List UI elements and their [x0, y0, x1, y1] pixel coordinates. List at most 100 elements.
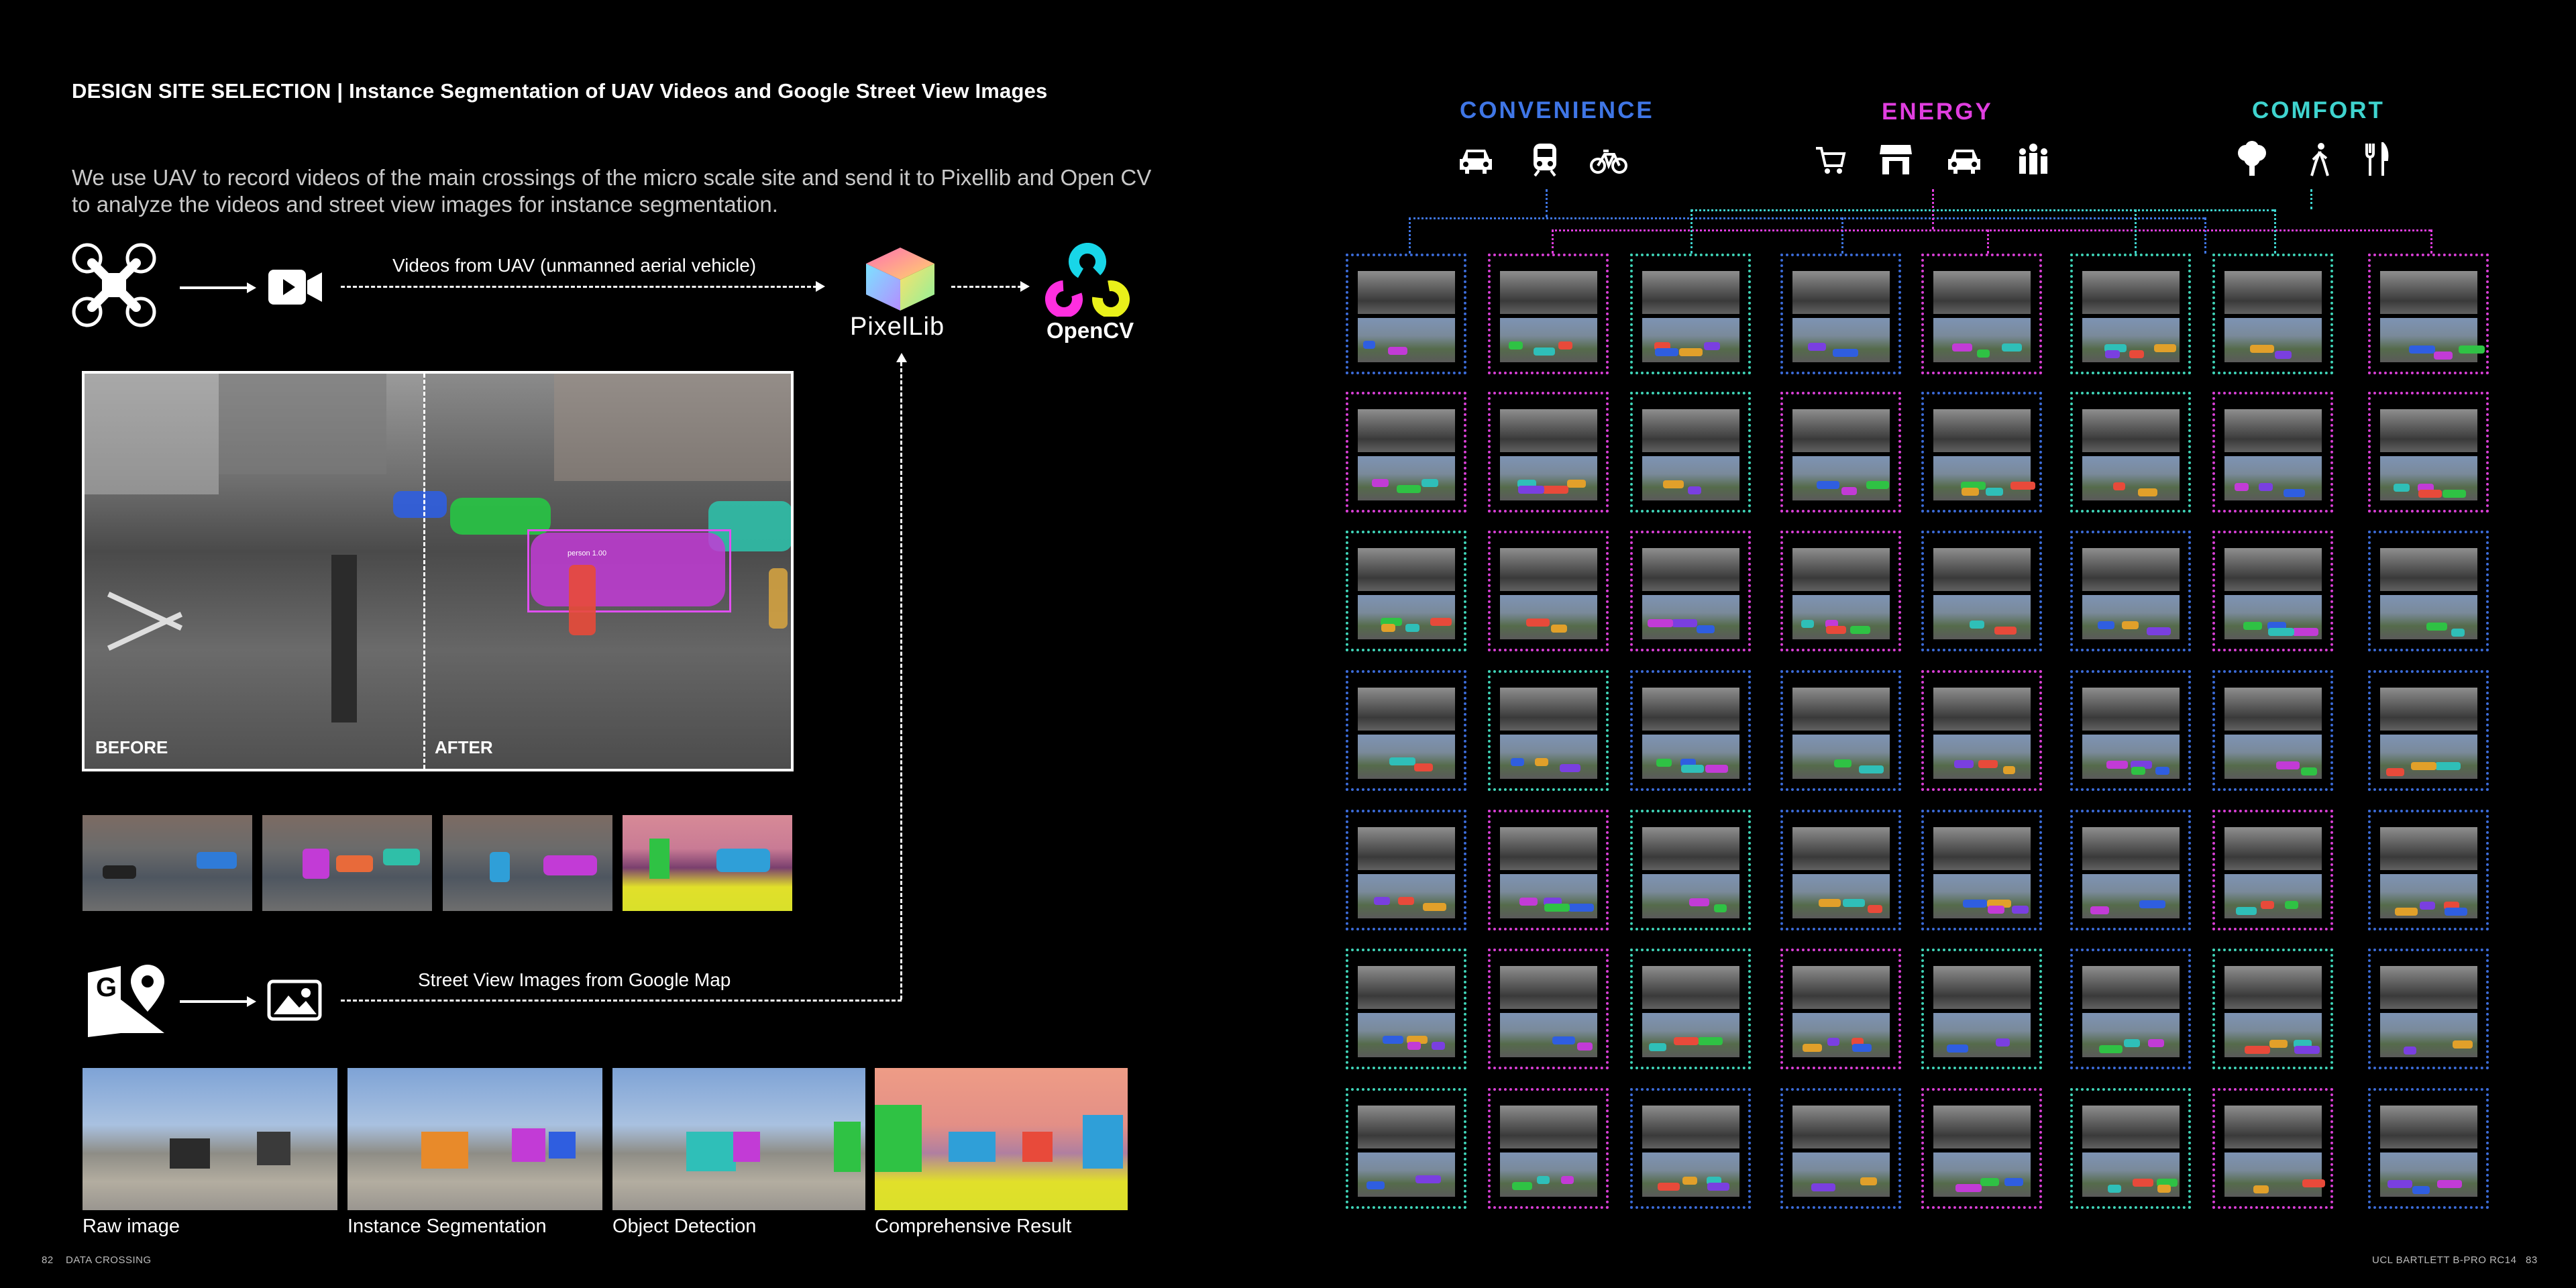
- segmentation-mask: [1811, 1183, 1835, 1191]
- grid-cell: [1780, 1088, 1901, 1209]
- segmentation-mask: [1509, 341, 1523, 350]
- segmented-frame: [1500, 318, 1597, 362]
- grid-cell: [1630, 392, 1751, 513]
- segmentation-mask: [2395, 908, 2418, 916]
- grid-cell-image: [2224, 409, 2322, 500]
- segmentation-mask: [1526, 619, 1550, 627]
- connector-line: [1841, 217, 1843, 254]
- segmentation-mask: [1512, 1182, 1532, 1190]
- raw-frame: [1933, 1106, 2031, 1148]
- segmented-frame: [1500, 1013, 1597, 1057]
- segmentation-mask: [2235, 483, 2249, 491]
- segmentation-mask: [1544, 904, 1570, 912]
- segmented-frame: [2082, 318, 2180, 362]
- connector-line: [2135, 209, 2137, 254]
- grid-cell-image: [1642, 1106, 1739, 1197]
- raw-frame: [1358, 271, 1455, 314]
- grid-cell-image: [2082, 1106, 2180, 1197]
- grid-cell: [1921, 670, 2042, 791]
- opencv-label: OpenCV: [1046, 318, 1134, 343]
- segmented-frame: [2380, 456, 2477, 500]
- bicycle-icon: [1590, 148, 1627, 174]
- grid-cell: [1921, 531, 2042, 651]
- grid-cell: [1488, 531, 1609, 651]
- grid-cell: [2368, 949, 2489, 1069]
- video-camera-icon: [267, 267, 324, 307]
- grid-cell-image: [1642, 688, 1739, 779]
- result-object-detection: [612, 1068, 865, 1210]
- segmented-frame: [2082, 735, 2180, 779]
- grid-cell-image: [2380, 966, 2477, 1057]
- segmentation-mask: [1833, 349, 1858, 357]
- segmentation-mask: [2250, 345, 2274, 353]
- grid-cell-image: [1792, 271, 1890, 362]
- segmentation-mask: [2418, 490, 2442, 498]
- opencv-logo: [1045, 243, 1130, 318]
- segmented-frame: [1500, 595, 1597, 639]
- segmentation-mask: [1689, 898, 1709, 906]
- segmentation-mask: [2420, 902, 2435, 910]
- grid-cell-image: [1792, 1106, 1890, 1197]
- segmentation-mask: [2292, 628, 2318, 636]
- grid-cell-image: [1358, 966, 1455, 1057]
- segmentation-mask: [1372, 479, 1389, 487]
- raw-frame: [1358, 1106, 1455, 1148]
- segmentation-mask: [1656, 759, 1672, 767]
- grid-cell-image: [2224, 827, 2322, 918]
- segmentation-mask: [2108, 1185, 2121, 1193]
- pixellib-logo: [862, 245, 939, 312]
- segmented-frame: [2224, 1013, 2322, 1057]
- raw-frame: [1933, 688, 2031, 731]
- segmentation-mask: [2131, 767, 2145, 775]
- grid-cell-image: [1933, 827, 2031, 918]
- segmented-frame: [2380, 595, 2477, 639]
- raw-frame: [1500, 966, 1597, 1009]
- raw-frame: [2082, 1106, 2180, 1148]
- grid-cell: [2212, 810, 2333, 930]
- segmentation-mask: [1977, 350, 1990, 358]
- raw-frame: [1642, 966, 1739, 1009]
- segmented-frame: [1358, 735, 1455, 779]
- gsv-flow-label: Street View Images from Google Map: [418, 969, 731, 990]
- raw-frame: [2082, 688, 2180, 731]
- segmentation-mask: [2122, 621, 2139, 629]
- grid-cell-image: [1933, 271, 2031, 362]
- segmentation-mask: [1423, 903, 1446, 911]
- car-icon: [1945, 144, 1983, 175]
- grid-cell: [1630, 670, 1751, 791]
- video-frame-thumb: [83, 815, 252, 911]
- segmentation-mask: [1697, 625, 1715, 633]
- segmentation-mask: [2285, 901, 2298, 909]
- grid-cell-image: [2224, 1106, 2325, 1197]
- segmentation-mask: [2437, 1180, 2462, 1188]
- page-title: DESIGN SITE SELECTION | Instance Segment…: [72, 79, 1048, 103]
- grid-cell-image: [1642, 548, 1739, 639]
- segmentation-mask: [1707, 1183, 1729, 1191]
- segmented-frame: [2082, 874, 2180, 918]
- raw-frame: [1500, 827, 1597, 870]
- segmented-frame: [1792, 1013, 1890, 1057]
- segmentation-mask: [1398, 897, 1414, 905]
- raw-frame: [2224, 688, 2322, 731]
- raw-frame: [1500, 1106, 1597, 1148]
- restaurant-icon: [2363, 140, 2390, 177]
- shop-icon: [1878, 142, 1913, 176]
- grid-cell-image: [1500, 688, 1597, 779]
- grid-cell: [1630, 531, 1751, 651]
- segmented-frame: [1792, 874, 1890, 918]
- segmentation-mask: [1560, 764, 1580, 772]
- gsv-flow-arrow: [247, 996, 256, 1007]
- segmented-frame: [1358, 1013, 1455, 1057]
- segmentation-mask: [1866, 481, 1889, 489]
- caption-comprehensive: Comprehensive Result: [875, 1216, 1072, 1237]
- segmented-frame: [1933, 456, 2035, 500]
- flow-arrow-1: [247, 282, 256, 293]
- raw-frame: [2082, 409, 2180, 452]
- raw-frame: [2082, 827, 2180, 870]
- caption-raw: Raw image: [83, 1216, 180, 1237]
- grid-cell: [2070, 392, 2191, 513]
- raw-frame: [2224, 271, 2322, 314]
- google-maps-icon: G: [84, 959, 171, 1038]
- page-number-left: 82: [42, 1254, 54, 1266]
- segmentation-mask: [1988, 906, 2004, 914]
